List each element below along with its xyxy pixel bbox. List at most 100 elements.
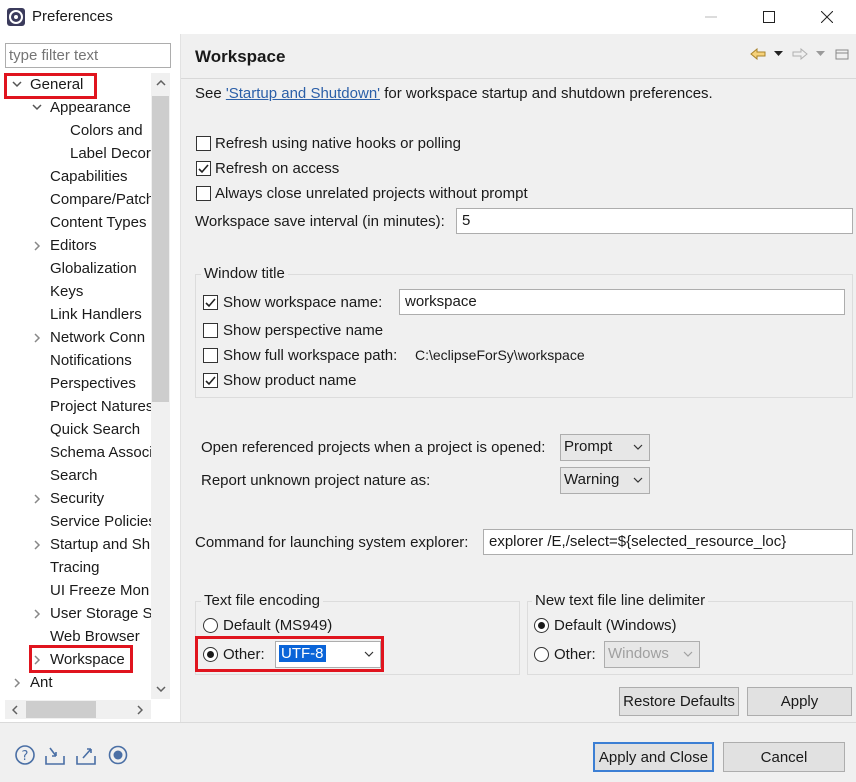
tree-item[interactable]: Compare/Patch: [0, 188, 151, 211]
tree-item[interactable]: Network Conn: [0, 326, 151, 349]
tree-item[interactable]: Content Types: [0, 211, 151, 234]
chevron-down-icon[interactable]: [30, 96, 44, 119]
chevron-right-icon[interactable]: [10, 671, 24, 694]
checkmark-icon: [205, 297, 216, 307]
intro-text: See 'Startup and Shutdown' for workspace…: [195, 85, 713, 102]
open-referenced-label: Open referenced projects when a project …: [201, 439, 546, 456]
checkmark-icon: [198, 163, 209, 173]
encoding-default-label[interactable]: Default (MS949): [223, 617, 332, 634]
tree-item[interactable]: Colors and: [0, 119, 151, 142]
delimiter-default-radio[interactable]: [534, 618, 549, 633]
refresh-native-label[interactable]: Refresh using native hooks or polling: [215, 135, 461, 152]
explorer-command-input[interactable]: explorer /E,/select=${selected_resource_…: [483, 529, 853, 555]
tree-item[interactable]: Appearance: [0, 96, 151, 119]
back-dropdown-icon[interactable]: [771, 44, 785, 64]
filter-input[interactable]: [5, 43, 171, 68]
tree-item[interactable]: User Storage S: [0, 602, 151, 625]
highlight-workspace: [29, 645, 133, 673]
tree-item-label: User Storage S: [50, 605, 151, 622]
oomph-record-icon[interactable]: [107, 744, 129, 766]
chevron-right-icon[interactable]: [30, 533, 44, 556]
tree-item[interactable]: Perspectives: [0, 372, 151, 395]
delimiter-other-radio[interactable]: [534, 647, 549, 662]
restore-defaults-button[interactable]: Restore Defaults: [619, 687, 739, 716]
text-encoding-legend: Text file encoding: [201, 592, 323, 609]
tree-item[interactable]: Service Policies: [0, 510, 151, 533]
report-unknown-value: Warning: [564, 471, 620, 488]
tree-item[interactable]: Tracing: [0, 556, 151, 579]
delimiter-other-label[interactable]: Other:: [554, 646, 596, 663]
save-interval-input[interactable]: 5: [456, 208, 853, 234]
scroll-up-icon[interactable]: [151, 73, 170, 93]
show-full-path-label[interactable]: Show full workspace path:: [223, 347, 397, 364]
workspace-name-input[interactable]: workspace: [399, 289, 845, 315]
tree-item[interactable]: Ant: [0, 671, 151, 694]
chevron-right-icon[interactable]: [30, 487, 44, 510]
window-title-legend: Window title: [201, 265, 288, 282]
delimiter-combo[interactable]: Windows: [604, 641, 700, 668]
tree-item[interactable]: Project Natures: [0, 395, 151, 418]
line-delimiter-legend: New text file line delimiter: [532, 592, 709, 609]
minimize-button[interactable]: [682, 0, 740, 34]
eclipse-app-icon: [6, 7, 26, 27]
tree-item[interactable]: Quick Search: [0, 418, 151, 441]
open-referenced-value: Prompt: [564, 438, 613, 455]
apply-button[interactable]: Apply: [747, 687, 852, 716]
view-menu-icon[interactable]: [831, 44, 853, 64]
show-product-name-label[interactable]: Show product name: [223, 372, 356, 389]
export-icon[interactable]: [75, 744, 97, 766]
tree-vertical-scroll-thumb[interactable]: [152, 96, 169, 402]
startup-shutdown-link[interactable]: 'Startup and Shutdown': [226, 85, 380, 102]
tree-item[interactable]: UI Freeze Mon: [0, 579, 151, 602]
show-workspace-name-checkbox[interactable]: [203, 295, 218, 310]
apply-and-close-button[interactable]: Apply and Close: [593, 742, 714, 772]
always-close-checkbox[interactable]: [196, 186, 211, 201]
show-full-path-checkbox[interactable]: [203, 348, 218, 363]
show-perspective-name-checkbox[interactable]: [203, 323, 218, 338]
back-arrow-icon[interactable]: [749, 44, 767, 64]
refresh-access-label[interactable]: Refresh on access: [215, 160, 339, 177]
tree-item[interactable]: Security: [0, 487, 151, 510]
show-workspace-name-label[interactable]: Show workspace name:: [223, 294, 382, 311]
help-icon[interactable]: ?: [14, 744, 36, 766]
chevron-right-icon[interactable]: [30, 234, 44, 257]
encoding-default-radio[interactable]: [203, 618, 218, 633]
forward-arrow-icon[interactable]: [791, 44, 809, 64]
scroll-down-icon[interactable]: [151, 679, 170, 699]
import-icon[interactable]: [44, 744, 66, 766]
tree-horizontal-scroll-thumb[interactable]: [26, 701, 96, 718]
delimiter-default-label[interactable]: Default (Windows): [554, 617, 677, 634]
tree-item-label: Service Policies: [50, 513, 151, 530]
show-perspective-name-label[interactable]: Show perspective name: [223, 322, 383, 339]
chevron-right-icon[interactable]: [30, 326, 44, 349]
tree-item[interactable]: Schema Associ: [0, 441, 151, 464]
tree-item-label: Security: [50, 490, 105, 507]
tree-item-label: Link Handlers: [50, 306, 142, 323]
pane-divider[interactable]: [180, 34, 181, 722]
scroll-right-icon[interactable]: [130, 700, 149, 720]
report-unknown-combo[interactable]: Warning: [560, 467, 650, 494]
tree-item[interactable]: Search: [0, 464, 151, 487]
chevron-right-icon[interactable]: [30, 602, 44, 625]
tree-item-label: Appearance: [50, 99, 131, 116]
cancel-button[interactable]: Cancel: [723, 742, 845, 772]
tree-item[interactable]: Notifications: [0, 349, 151, 372]
tree-item[interactable]: Label Decor: [0, 142, 151, 165]
chevron-down-icon: [633, 441, 643, 453]
maximize-button[interactable]: [740, 0, 798, 34]
tree-item[interactable]: Keys: [0, 280, 151, 303]
tree-item[interactable]: Capabilities: [0, 165, 151, 188]
tree-item[interactable]: Globalization: [0, 257, 151, 280]
always-close-label[interactable]: Always close unrelated projects without …: [215, 185, 528, 202]
checkmark-icon: [205, 375, 216, 385]
refresh-access-checkbox[interactable]: [196, 161, 211, 176]
tree-item[interactable]: Editors: [0, 234, 151, 257]
tree-item[interactable]: Link Handlers: [0, 303, 151, 326]
scroll-left-icon[interactable]: [5, 700, 24, 720]
close-button[interactable]: [798, 0, 856, 34]
forward-dropdown-icon[interactable]: [813, 44, 827, 64]
tree-item[interactable]: Startup and Sh: [0, 533, 151, 556]
refresh-native-checkbox[interactable]: [196, 136, 211, 151]
open-referenced-combo[interactable]: Prompt: [560, 434, 650, 461]
show-product-name-checkbox[interactable]: [203, 373, 218, 388]
